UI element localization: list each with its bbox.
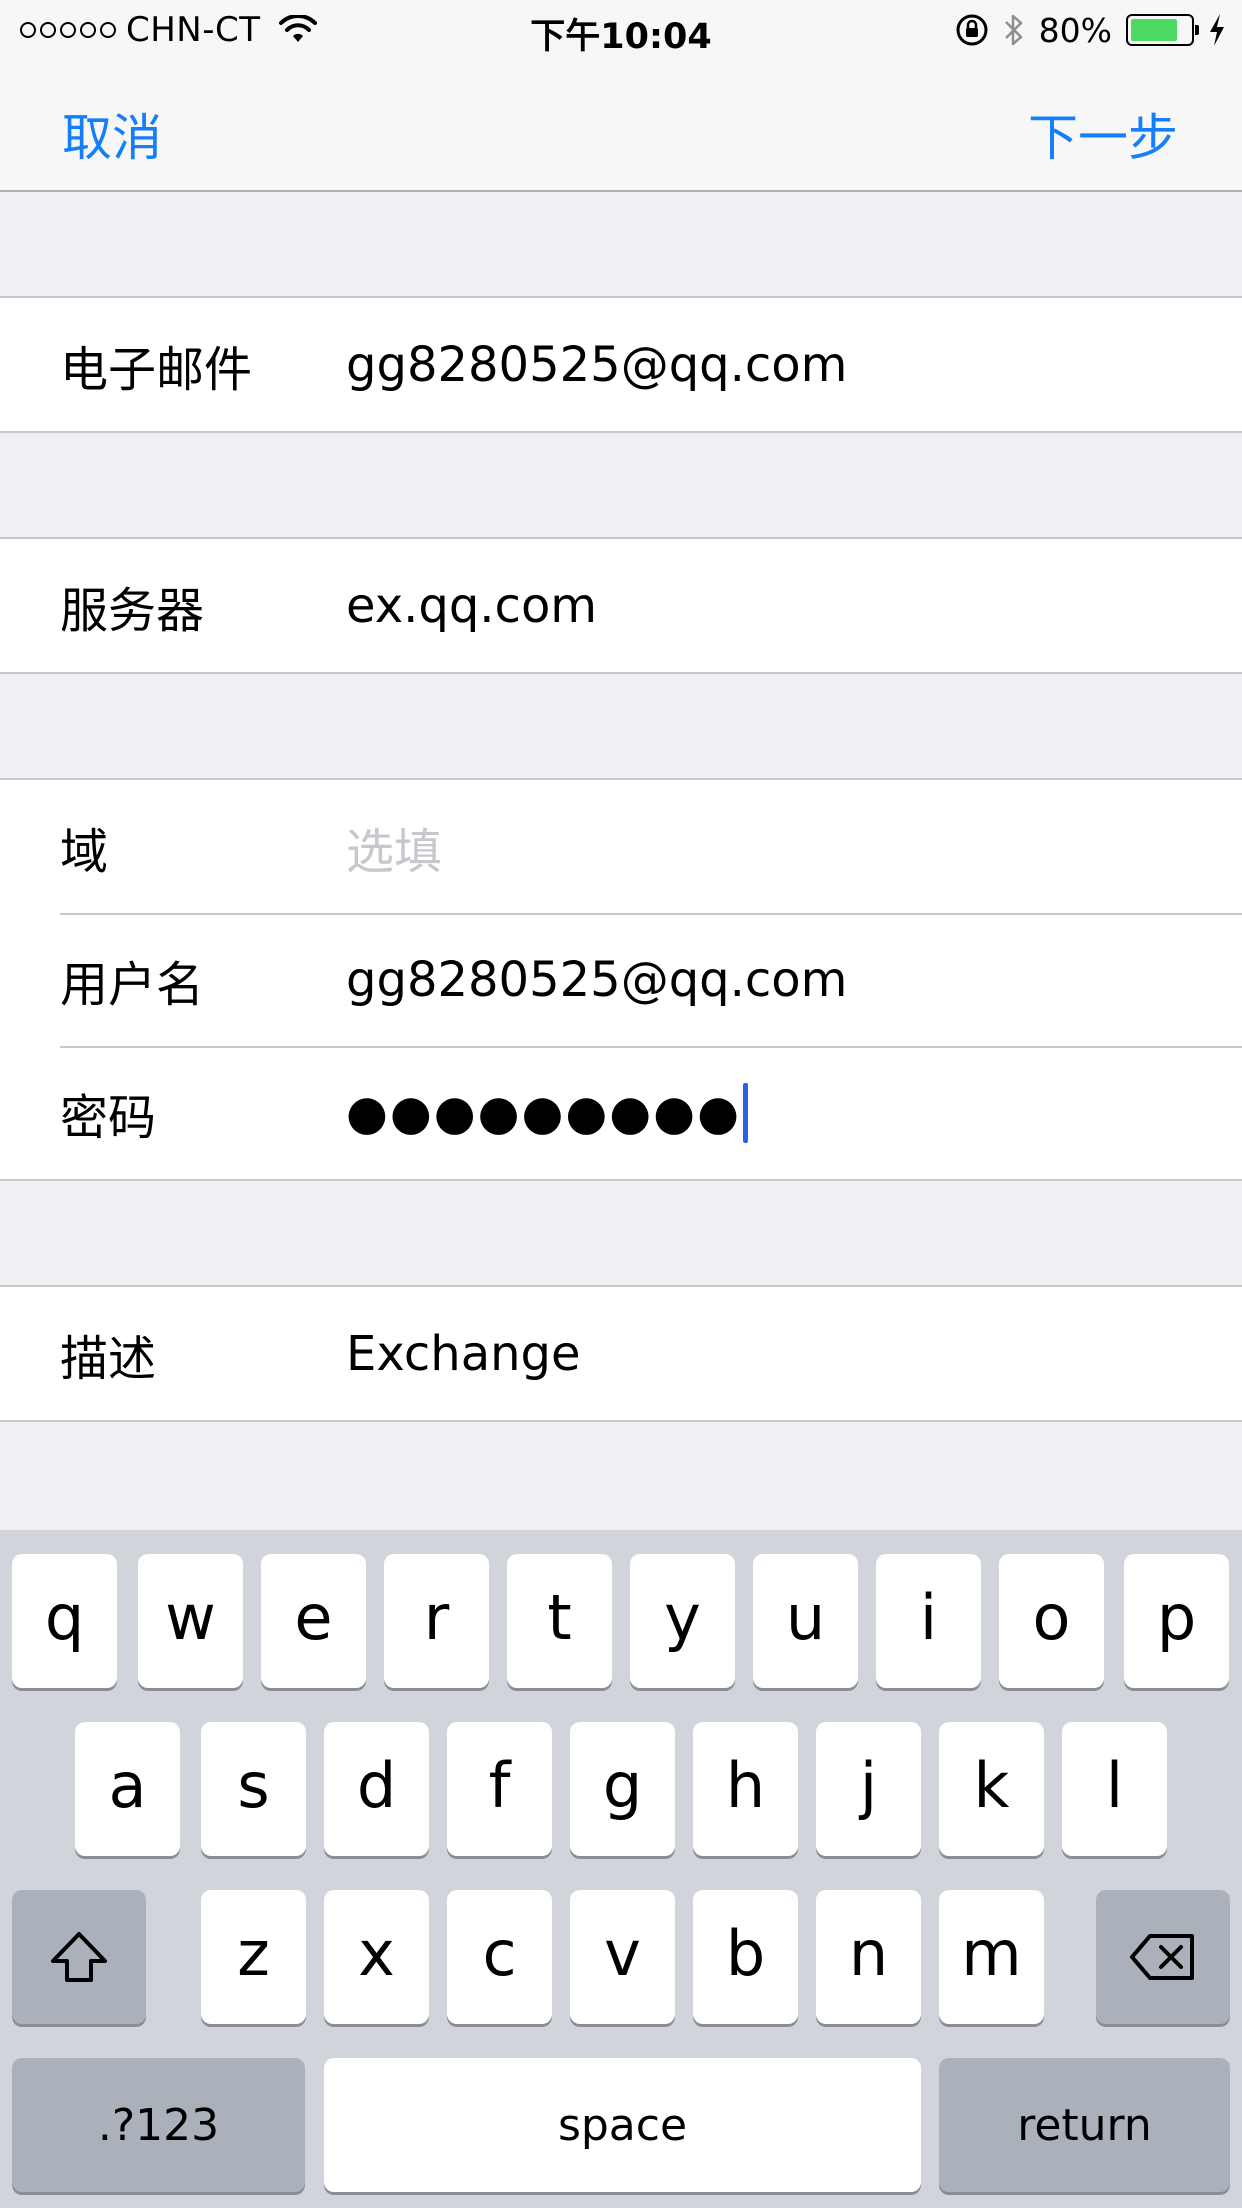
email-field[interactable]: gg8280525@qq.com	[346, 337, 1202, 393]
status-right: 80%	[955, 10, 1226, 50]
space-key[interactable]: space	[324, 2058, 921, 2192]
domain-label: 域	[60, 823, 109, 880]
key-v[interactable]: v	[570, 1890, 675, 2024]
battery-fill	[1131, 19, 1178, 41]
username-row[interactable]: 用户名 gg8280525@qq.com	[0, 913, 1242, 1046]
nav-bar: 取消 下一步	[0, 60, 1242, 192]
keyboard: q w e r t y u i o p a s d f g h j k l z …	[0, 1530, 1242, 2208]
key-b[interactable]: b	[693, 1890, 798, 2024]
key-u[interactable]: u	[753, 1554, 858, 1688]
description-label: 描述	[60, 1330, 157, 1387]
email-group: 电子邮件 gg8280525@qq.com	[0, 296, 1242, 433]
key-l[interactable]: l	[1062, 1722, 1167, 1856]
server-field[interactable]: ex.qq.com	[346, 578, 1202, 634]
rotation-lock-icon	[956, 14, 988, 46]
shift-icon	[51, 1932, 107, 1982]
top-chrome: CHN-CT 下午10:04 80% 取消 下一步	[0, 0, 1242, 192]
description-field[interactable]: Exchange	[346, 1326, 1202, 1382]
battery-percent: 80%	[1038, 10, 1112, 50]
password-row[interactable]: 密码 ●●●●●●●●●	[0, 1046, 1242, 1179]
key-s[interactable]: s	[201, 1722, 306, 1856]
key-m[interactable]: m	[939, 1890, 1044, 2024]
cancel-button[interactable]: 取消	[62, 98, 162, 170]
key-x[interactable]: x	[324, 1890, 429, 2024]
bluetooth-icon	[1004, 14, 1022, 46]
server-label: 服务器	[60, 582, 205, 639]
password-label: 密码	[60, 1089, 157, 1146]
key-t[interactable]: t	[507, 1554, 612, 1688]
username-field[interactable]: gg8280525@qq.com	[346, 952, 1202, 1008]
key-o[interactable]: o	[999, 1554, 1104, 1688]
key-e[interactable]: e	[261, 1554, 366, 1688]
key-z[interactable]: z	[201, 1890, 306, 2024]
email-label: 电子邮件	[60, 341, 253, 398]
return-key[interactable]: return	[939, 2058, 1230, 2192]
key-a[interactable]: a	[75, 1722, 180, 1856]
shift-key[interactable]	[12, 1890, 146, 2024]
credentials-group: 域 选填 用户名 gg8280525@qq.com 密码 ●●●●●●●●●	[0, 778, 1242, 1181]
domain-field[interactable]: 选填	[346, 812, 1202, 882]
key-p[interactable]: p	[1124, 1554, 1229, 1688]
key-y[interactable]: y	[630, 1554, 735, 1688]
battery-icon	[1126, 14, 1199, 46]
key-w[interactable]: w	[138, 1554, 243, 1688]
status-bar: CHN-CT 下午10:04 80%	[0, 0, 1242, 60]
username-label: 用户名	[60, 956, 205, 1013]
key-q[interactable]: q	[12, 1554, 117, 1688]
description-group: 描述 Exchange	[0, 1285, 1242, 1422]
key-r[interactable]: r	[384, 1554, 489, 1688]
key-j[interactable]: j	[816, 1722, 921, 1856]
numbers-key[interactable]: .?123	[12, 2058, 305, 2192]
key-i[interactable]: i	[876, 1554, 981, 1688]
password-field[interactable]: ●●●●●●●●●	[346, 1082, 1202, 1143]
text-cursor	[742, 1082, 748, 1143]
server-group: 服务器 ex.qq.com	[0, 537, 1242, 674]
key-c[interactable]: c	[447, 1890, 552, 2024]
server-row[interactable]: 服务器 ex.qq.com	[0, 539, 1242, 672]
backspace-icon	[1130, 1934, 1194, 1980]
key-n[interactable]: n	[816, 1890, 921, 2024]
description-row[interactable]: 描述 Exchange	[0, 1287, 1242, 1420]
next-button[interactable]: 下一步	[1028, 98, 1178, 170]
email-row[interactable]: 电子邮件 gg8280525@qq.com	[0, 298, 1242, 431]
charging-icon	[1210, 14, 1224, 46]
key-g[interactable]: g	[570, 1722, 675, 1856]
key-f[interactable]: f	[447, 1722, 552, 1856]
key-d[interactable]: d	[324, 1722, 429, 1856]
backspace-key[interactable]	[1096, 1890, 1230, 2024]
exchange-account-form: 电子邮件 gg8280525@qq.com 服务器 ex.qq.com 域 选填…	[0, 192, 1242, 1422]
domain-row[interactable]: 域 选填	[0, 780, 1242, 913]
key-h[interactable]: h	[693, 1722, 798, 1856]
key-k[interactable]: k	[939, 1722, 1044, 1856]
password-masked-text: ●●●●●●●●●	[346, 1084, 741, 1141]
